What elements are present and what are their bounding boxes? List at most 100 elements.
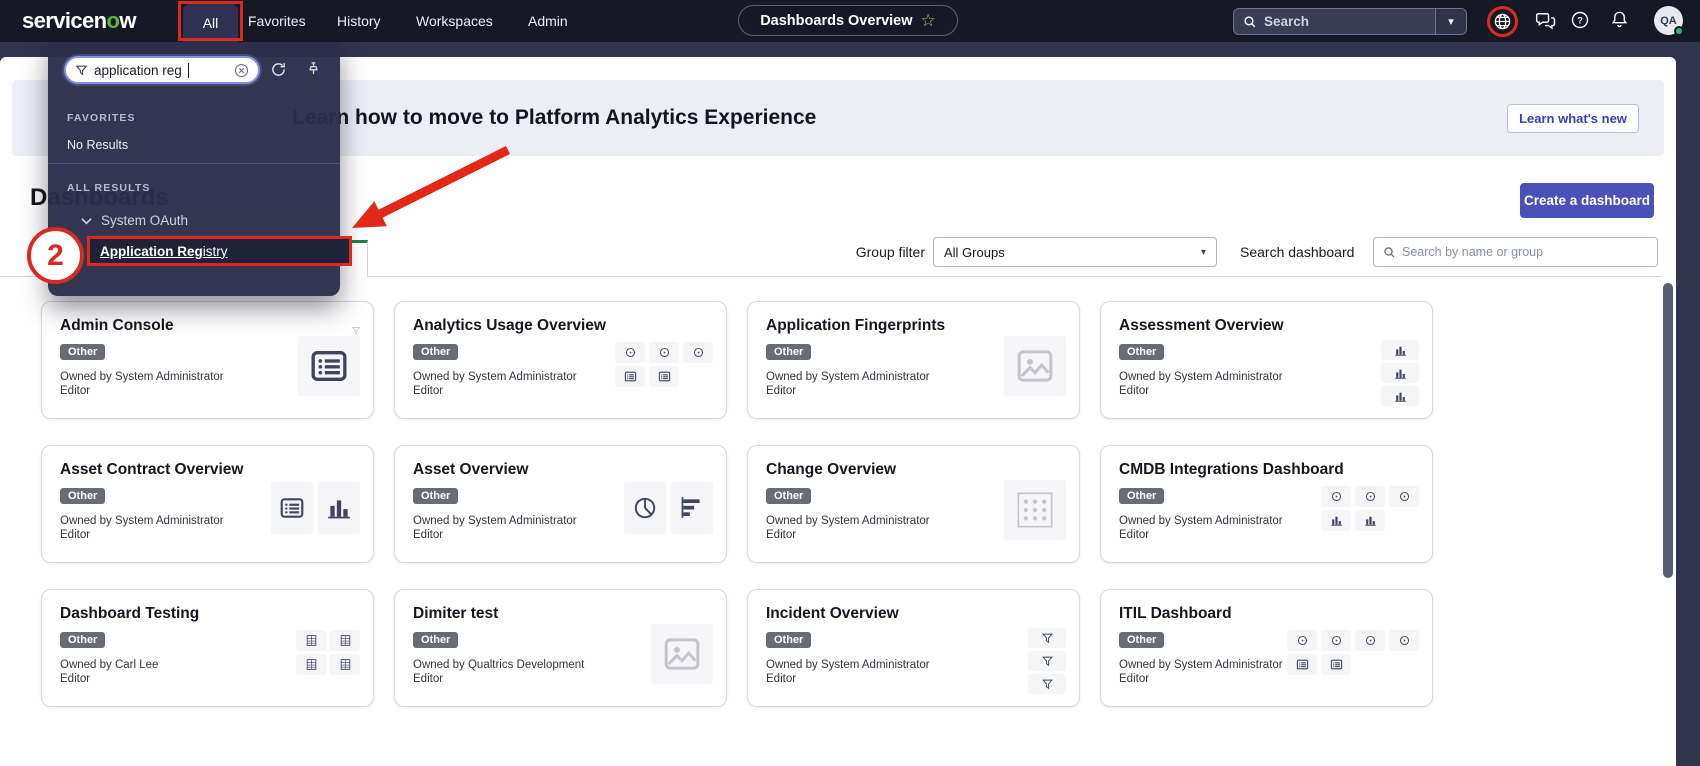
nav-item-history[interactable]: History <box>337 0 381 42</box>
card-thumbnail <box>1028 628 1066 694</box>
card-thumbnail <box>1321 486 1419 531</box>
panel-divider <box>48 163 340 164</box>
filter-funnel-icon <box>75 64 88 77</box>
favorites-section-header: FAVORITES <box>67 112 136 124</box>
dashboard-card[interactable]: Assessment OverviewOtherOwned by System … <box>1100 301 1433 419</box>
card-title: Application Fingerprints <box>766 317 1061 335</box>
create-dashboard-button[interactable]: Create a dashboard <box>1520 183 1654 218</box>
dots-icon <box>1015 490 1055 530</box>
card-badge: Other <box>1119 488 1164 504</box>
dashboard-search-input[interactable]: Search by name or group <box>1373 237 1658 267</box>
ring-icon <box>1296 634 1309 647</box>
top-nav: servicenow All Favorites History Workspa… <box>0 0 1700 42</box>
card-title: Dimiter test <box>413 605 708 623</box>
servicenow-logo[interactable]: servicenow <box>22 8 136 34</box>
globe-icon-red-circled[interactable] <box>1487 6 1518 37</box>
card-title: ITIL Dashboard <box>1119 605 1414 623</box>
search-icon <box>1383 246 1396 259</box>
dashboard-card[interactable]: Admin ConsoleOtherOwned by System Admini… <box>41 301 374 419</box>
clear-input-icon[interactable] <box>234 63 249 78</box>
card-badge: Other <box>60 344 105 360</box>
dashboard-card[interactable]: Dimiter testOtherOwned by Qualtrics Deve… <box>394 589 727 707</box>
grid-icon <box>339 634 352 647</box>
menu-item-application-registry[interactable]: Application Registry <box>87 236 352 266</box>
card-badge: Other <box>60 488 105 504</box>
ring-icon <box>1398 490 1411 503</box>
global-search-placeholder: Search <box>1264 14 1309 29</box>
list-icon <box>624 370 637 383</box>
help-icon[interactable]: ? <box>1570 10 1590 30</box>
dashboard-card[interactable]: Dashboard TestingOtherOwned by Carl LeeE… <box>41 589 374 707</box>
search-scope-dropdown[interactable]: ▾ <box>1435 9 1466 34</box>
card-badge: Other <box>413 632 458 648</box>
favorite-star-icon[interactable]: ☆ <box>921 11 936 31</box>
refresh-icon[interactable] <box>270 61 287 78</box>
list-icon <box>658 370 671 383</box>
annotation-step-circle: 2 <box>27 227 84 284</box>
dashboard-card[interactable]: Asset Contract OverviewOtherOwned by Sys… <box>41 445 374 563</box>
list-icon <box>279 495 305 521</box>
dashboard-card[interactable]: Asset OverviewOtherOwned by System Admin… <box>394 445 727 563</box>
bars-icon <box>326 495 352 521</box>
funnel-icon <box>1041 678 1054 691</box>
dashboard-card[interactable]: CMDB Integrations DashboardOtherOwned by… <box>1100 445 1433 563</box>
dashboard-card[interactable]: Application FingerprintsOtherOwned by Sy… <box>747 301 1080 419</box>
card-title: Assessment Overview <box>1119 317 1414 335</box>
online-status-dot <box>1674 26 1684 36</box>
dashboard-card[interactable]: Change OverviewOtherOwned by System Admi… <box>747 445 1080 563</box>
funnel-icon <box>1041 655 1054 668</box>
bars-icon <box>1394 390 1407 403</box>
user-avatar[interactable]: QA <box>1654 6 1683 35</box>
card-title: Admin Console <box>60 317 355 335</box>
pin-icon[interactable] <box>306 61 321 76</box>
chevron-down-icon <box>81 217 92 225</box>
dashboard-card[interactable]: Analytics Usage OverviewOtherOwned by Sy… <box>394 301 727 419</box>
dashboard-card[interactable]: Incident OverviewOtherOwned by System Ad… <box>747 589 1080 707</box>
card-thumbnail <box>1381 340 1419 406</box>
group-filter-select[interactable]: All Groups ▾ <box>933 237 1217 267</box>
card-title: Change Overview <box>766 461 1061 479</box>
card-title: Analytics Usage Overview <box>413 317 708 335</box>
grid-icon <box>305 634 318 647</box>
ring-icon <box>624 346 637 359</box>
funnel-icon <box>1041 632 1054 645</box>
dashboard-card[interactable]: ITIL DashboardOtherOwned by System Admin… <box>1100 589 1433 707</box>
list-icon <box>1330 658 1343 671</box>
ring-icon <box>658 346 671 359</box>
global-search-input[interactable]: Search ▾ <box>1233 8 1467 35</box>
pie-icon <box>632 495 658 521</box>
card-thumbnail <box>296 630 360 675</box>
image-icon <box>662 634 702 674</box>
nav-item-workspaces[interactable]: Workspaces <box>416 0 493 42</box>
learn-whats-new-button[interactable]: Learn what's new <box>1507 104 1639 133</box>
nav-item-admin[interactable]: Admin <box>528 0 568 42</box>
current-page-label: Dashboards Overview <box>760 13 912 29</box>
group-filter-label: Group filter <box>780 244 925 260</box>
filter-funnel-icon <box>351 323 361 341</box>
card-owner: Owned by System Administrator <box>766 658 1061 672</box>
card-badge: Other <box>766 632 811 648</box>
card-badge: Other <box>413 344 458 360</box>
group-filter-value: All Groups <box>944 245 1005 260</box>
card-thumbnail <box>1004 336 1066 396</box>
vertical-scrollbar[interactable] <box>1663 283 1673 578</box>
card-badge: Other <box>1119 344 1164 360</box>
logo-green-o: o <box>107 8 120 33</box>
notifications-bell-icon[interactable] <box>1610 10 1629 29</box>
card-thumbnail <box>1004 480 1066 540</box>
bars-icon <box>1394 367 1407 380</box>
menu-filter-value: application reg <box>94 63 182 78</box>
card-badge: Other <box>766 488 811 504</box>
menu-group-system-oauth[interactable]: System OAuth <box>81 213 188 228</box>
card-badge: Other <box>1119 632 1164 648</box>
card-thumbnail <box>615 342 713 387</box>
card-thumbnail <box>271 482 360 534</box>
ring-icon <box>1398 634 1411 647</box>
menu-filter-input[interactable]: application reg <box>64 56 260 84</box>
ring-icon <box>1364 490 1377 503</box>
current-page-pill[interactable]: Dashboards Overview ☆ <box>738 5 958 36</box>
nav-item-favorites[interactable]: Favorites <box>248 0 306 42</box>
chat-icon[interactable] <box>1535 10 1557 31</box>
text-cursor <box>188 63 190 78</box>
annotation-red-box-all <box>178 1 243 41</box>
